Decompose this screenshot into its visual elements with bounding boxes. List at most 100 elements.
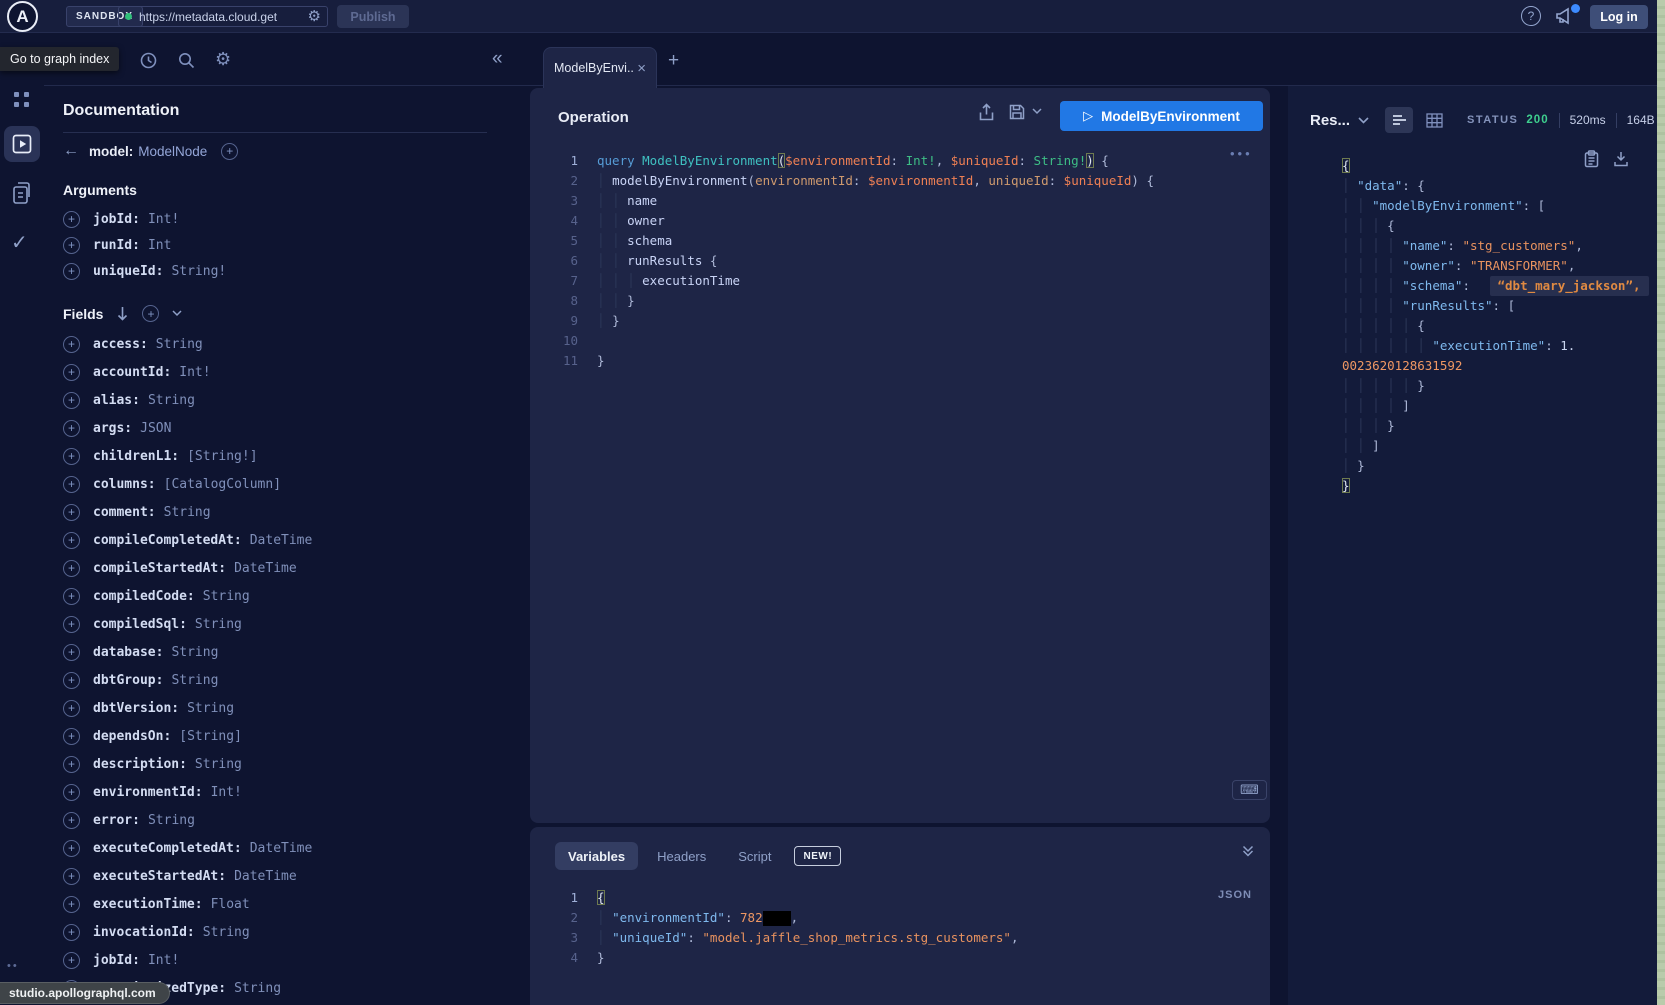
add-invocationId-icon[interactable]: +	[63, 924, 80, 941]
doc-item-type[interactable]: [CatalogColumn]	[164, 477, 281, 492]
tab-close-icon[interactable]: ×	[637, 60, 646, 77]
keyboard-shortcuts-icon[interactable]: ⌨	[1232, 780, 1267, 800]
add-model-icon[interactable]: +	[221, 143, 238, 160]
checks-tab-icon[interactable]: ✓	[11, 230, 28, 255]
collapse-variables-icon[interactable]	[1242, 845, 1254, 857]
variables-editor[interactable]: 1{2│ "environmentId": 782 ,3│ "uniqueId"…	[530, 888, 1270, 968]
run-operation-button[interactable]: ▷ ModelByEnvironment	[1060, 101, 1263, 131]
add-dbtGroup-icon[interactable]: +	[63, 672, 80, 689]
add-executeStartedAt-icon[interactable]: +	[63, 868, 80, 885]
response-title[interactable]: Res...	[1310, 112, 1350, 129]
doc-item-type[interactable]: String	[195, 757, 242, 772]
doc-item-type[interactable]: String	[148, 813, 195, 828]
share-operation-icon[interactable]	[978, 103, 995, 122]
add-compileCompletedAt-icon[interactable]: +	[63, 532, 80, 549]
add-alias-icon[interactable]: +	[63, 392, 80, 409]
announcements-megaphone-icon[interactable]	[1554, 5, 1580, 29]
add-uniqueId-icon[interactable]: +	[63, 263, 80, 280]
doc-item-type[interactable]: DateTime	[250, 841, 313, 856]
add-executeCompletedAt-icon[interactable]: +	[63, 840, 80, 857]
add-compiledSql-icon[interactable]: +	[63, 616, 80, 633]
doc-item-type[interactable]: Int!	[148, 953, 179, 968]
doc-item-type[interactable]: String	[203, 589, 250, 604]
add-environmentId-icon[interactable]: +	[63, 784, 80, 801]
doc-item-type[interactable]: Int	[148, 238, 171, 253]
field-args: +args:JSON	[63, 414, 510, 442]
add-columns-icon[interactable]: +	[63, 476, 80, 493]
doc-item-type[interactable]: String	[187, 701, 234, 716]
response-menu-chevron-icon[interactable]	[1358, 117, 1369, 124]
apollo-logo[interactable]: A	[7, 1, 38, 32]
login-button[interactable]: Log in	[1590, 5, 1648, 29]
add-dbtVersion-icon[interactable]: +	[63, 700, 80, 717]
doc-item-type[interactable]: String	[171, 673, 218, 688]
doc-item-type[interactable]: String	[156, 337, 203, 352]
fields-menu-chevron-icon[interactable]	[172, 310, 182, 317]
add-description-icon[interactable]: +	[63, 756, 80, 773]
add-comment-icon[interactable]: +	[63, 504, 80, 521]
operation-editor[interactable]: 1query ModelByEnvironment($environmentId…	[530, 151, 1270, 371]
doc-item-type[interactable]: String	[148, 393, 195, 408]
doc-item-type[interactable]: String	[234, 981, 281, 996]
explorer-tab-icon[interactable]	[4, 126, 40, 162]
tab-script[interactable]: Script	[725, 842, 784, 870]
doc-item-type[interactable]: JSON	[140, 421, 171, 436]
add-error-icon[interactable]: +	[63, 812, 80, 829]
collapse-panel-icon[interactable]: «	[492, 48, 503, 70]
add-access-icon[interactable]: +	[63, 336, 80, 353]
save-operation-icon[interactable]	[1008, 103, 1026, 121]
add-executionTime-icon[interactable]: +	[63, 896, 80, 913]
doc-item-type[interactable]: [String]	[179, 729, 242, 744]
graph-index-icon[interactable]	[13, 91, 30, 108]
doc-item-type[interactable]: String	[195, 617, 242, 632]
add-accountId-icon[interactable]: +	[63, 364, 80, 381]
doc-item-type[interactable]: [String!]	[187, 449, 257, 464]
model-type-name[interactable]: ModelNode	[138, 144, 207, 159]
add-runId-icon[interactable]: +	[63, 237, 80, 254]
tab-headers[interactable]: Headers	[644, 842, 719, 870]
endpoint-settings-gear-icon[interactable]: ⚙	[308, 9, 321, 24]
response-viewer[interactable]: {│ "data": {│ │ "modelByEnvironment": [│…	[1323, 156, 1657, 496]
line-number: 8	[530, 291, 578, 311]
doc-item-type[interactable]: DateTime	[234, 869, 297, 884]
explorer-settings-gear-icon[interactable]: ⚙	[215, 49, 231, 70]
publish-button[interactable]: Publish	[337, 5, 409, 28]
tab-modelbyenvironment[interactable]: ModelByEnvi... ×	[543, 47, 657, 88]
history-icon[interactable]	[139, 51, 158, 70]
doc-item-type[interactable]: Float	[211, 897, 250, 912]
tab-variables[interactable]: Variables	[555, 842, 638, 870]
add-args-icon[interactable]: +	[63, 420, 80, 437]
doc-item-type[interactable]: Int!	[179, 365, 210, 380]
schema-tab-icon[interactable]	[10, 180, 34, 206]
add-jobId-icon[interactable]: +	[63, 952, 80, 969]
raw-view-toggle-icon[interactable]	[1385, 107, 1413, 133]
doc-item-type[interactable]: String	[164, 505, 211, 520]
add-dependsOn-icon[interactable]: +	[63, 728, 80, 745]
new-tab-button[interactable]: +	[668, 50, 679, 72]
add-compileStartedAt-icon[interactable]: +	[63, 560, 80, 577]
sort-fields-icon[interactable]	[116, 306, 129, 321]
back-arrow-icon[interactable]: ←	[63, 142, 89, 160]
save-menu-chevron-icon[interactable]	[1032, 108, 1042, 115]
table-view-toggle-icon[interactable]	[1421, 107, 1447, 133]
doc-item-type[interactable]: String	[171, 645, 218, 660]
line-number: 1	[530, 888, 578, 908]
doc-item-type[interactable]: DateTime	[234, 561, 297, 576]
add-database-icon[interactable]: +	[63, 644, 80, 661]
add-compiledCode-icon[interactable]: +	[63, 588, 80, 605]
doc-item-name: environmentId:	[93, 785, 203, 800]
doc-item-type[interactable]: Int!	[148, 212, 179, 227]
doc-item-type[interactable]: DateTime	[250, 533, 313, 548]
variables-tab-bar: VariablesHeadersScriptNEW!	[555, 842, 841, 870]
doc-item-name: dependsOn:	[93, 729, 171, 744]
help-icon[interactable]: ?	[1521, 6, 1541, 26]
add-jobId-icon[interactable]: +	[63, 211, 80, 228]
endpoint-url-input[interactable]: https://metadata.cloud.get	[139, 10, 301, 24]
doc-item-type[interactable]: String!	[171, 264, 226, 279]
add-all-fields-icon[interactable]: +	[142, 305, 159, 322]
doc-item-type[interactable]: String	[203, 925, 250, 940]
doc-item-type[interactable]: Int!	[211, 785, 242, 800]
add-childrenL1-icon[interactable]: +	[63, 448, 80, 465]
endpoint-url-box[interactable]: https://metadata.cloud.get ⚙	[118, 6, 328, 27]
search-icon[interactable]	[177, 51, 196, 70]
